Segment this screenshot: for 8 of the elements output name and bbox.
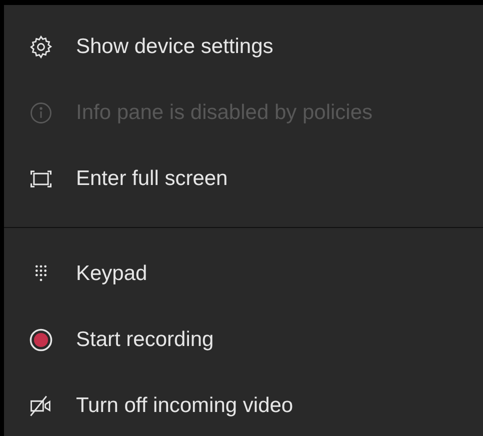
settings-icon	[28, 34, 54, 60]
menu-item[interactable]: Show device settings	[4, 14, 483, 80]
menu-item[interactable]: Start recording	[4, 307, 483, 373]
menu-item[interactable]: Turn off incoming video	[4, 373, 483, 436]
menu-item[interactable]: Enter full screen	[4, 146, 483, 212]
record-icon	[28, 327, 54, 353]
menu-item[interactable]: Keypad	[4, 241, 483, 307]
info-icon	[28, 100, 54, 126]
